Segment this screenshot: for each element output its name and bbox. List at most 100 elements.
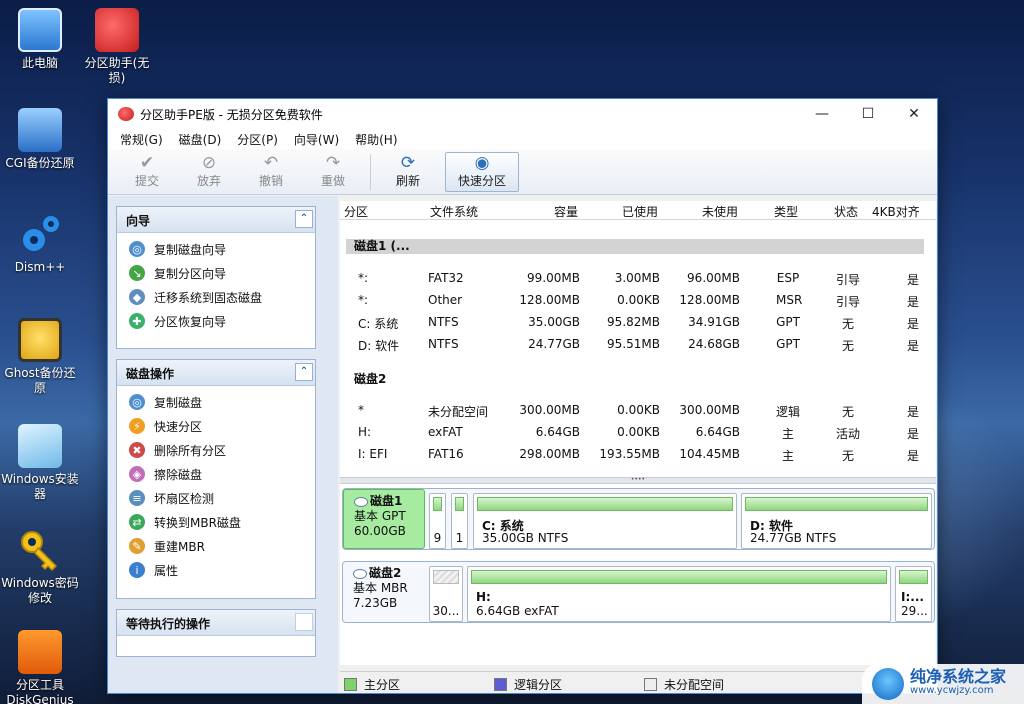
disk1-d-partition[interactable]: D: 软件 24.77GB NTFS — [741, 493, 932, 549]
col-capacity[interactable]: 容量 — [554, 203, 578, 220]
op-rebuild-mbr[interactable]: ✎ 重建MBR — [117, 534, 315, 558]
collapse-pending-button[interactable] — [295, 613, 313, 631]
pending-operations-header: 等待执行的操作 — [117, 610, 315, 636]
copy-disk-icon: ◎ — [129, 394, 145, 410]
op-convert-mbr[interactable]: ⇄ 转换到MBR磁盘 — [117, 510, 315, 534]
disk1-name: 磁盘1 — [354, 494, 424, 509]
col-status[interactable]: 状态 — [834, 203, 858, 220]
primary-swatch — [344, 678, 357, 691]
partition-usage-bar — [471, 570, 887, 584]
col-partition[interactable]: 分区 — [344, 203, 368, 220]
disk2-header[interactable]: 磁盘2 — [354, 370, 386, 387]
menu-general[interactable]: 常规(G) — [112, 131, 171, 148]
desktop-icon-label: CGI备份还原 — [5, 156, 75, 170]
lightning-icon: ⚡ — [129, 418, 145, 434]
wizard-copy-partition[interactable]: ↘ 复制分区向导 — [117, 261, 315, 285]
menu-help[interactable]: 帮助(H) — [347, 131, 405, 148]
disk2-map-label[interactable]: 磁盘2 基本 MBR 7.23GB — [343, 562, 425, 622]
disk1-header[interactable]: 磁盘1 (... — [346, 239, 924, 254]
col-filesystem[interactable]: 文件系统 — [430, 203, 478, 220]
wizard-migrate-os[interactable]: ◆ 迁移系统到固态磁盘 — [117, 285, 315, 309]
undo-button[interactable]: ↶ 撤销 — [240, 152, 302, 192]
table-row[interactable]: C: 系统 NTFS 35.00GB 95.82MB 34.91GB GPT 无… — [340, 312, 936, 334]
op-properties[interactable]: i 属性 — [117, 558, 315, 582]
partition-usage-bar — [899, 570, 928, 584]
cell-4k-align: 是 — [906, 449, 919, 463]
disk2-map[interactable]: 磁盘2 基本 MBR 7.23GB 30... H: 6.64GB exFAT … — [342, 561, 935, 623]
desktop-icon-ghost[interactable]: Ghost备份还原 — [0, 318, 80, 396]
disk1-msr-partition[interactable]: 1 — [451, 493, 468, 549]
collapse-wizard-button[interactable]: ⌃ — [295, 210, 313, 228]
disk1-esp-partition[interactable]: 9 — [429, 493, 446, 549]
redo-icon: ↷ — [325, 153, 341, 173]
col-used[interactable]: 已使用 — [622, 203, 658, 220]
partition-list-header: 分区 文件系统 容量 已使用 未使用 类型 状态 4KB对齐 — [340, 201, 936, 220]
partition-detail: 6.64GB exFAT — [476, 604, 559, 618]
table-row[interactable]: D: 软件 NTFS 24.77GB 95.51MB 24.68GB GPT 无… — [340, 334, 936, 356]
copy-disk-icon: ◎ — [129, 241, 145, 257]
op-bad-sector[interactable]: ≡ 坏扇区检测 — [117, 486, 315, 510]
logical-swatch — [494, 678, 507, 691]
col-type[interactable]: 类型 — [774, 203, 798, 220]
dism-gear-icon — [18, 212, 62, 256]
disk1-c-partition[interactable]: C: 系统 35.00GB NTFS — [473, 493, 737, 549]
convert-icon: ⇄ — [129, 514, 145, 530]
minimize-button[interactable]: — — [799, 99, 845, 129]
table-row[interactable]: * 未分配空间 300.00MB 0.00KB 300.00MB 逻辑 无 是 — [340, 400, 936, 422]
discard-button[interactable]: ⊘ 放弃 — [178, 152, 240, 192]
disk1-map-label[interactable]: 磁盘1 基本 GPT 60.00GB — [343, 489, 425, 549]
eraser-icon: ◈ — [129, 466, 145, 482]
pane-splitter[interactable]: •••• — [340, 477, 936, 484]
disk-op-label: 擦除磁盘 — [154, 467, 203, 482]
desktop-icon-computer[interactable]: 此电脑 — [0, 8, 80, 71]
disk-op-label: 转换到MBR磁盘 — [154, 515, 241, 530]
table-row[interactable]: *: FAT32 99.00MB 3.00MB 96.00MB ESP 引导 是 — [340, 268, 936, 290]
col-4k-align[interactable]: 4KB对齐 — [872, 203, 920, 220]
desktop-icon-password[interactable]: Windows密码修改 — [0, 528, 80, 606]
cell-filesystem: FAT32 — [428, 271, 464, 285]
disk1-map[interactable]: 磁盘1 基本 GPT 60.00GB 9 1 C: 系统 35.00GB NTF… — [342, 488, 935, 550]
collapse-disk-ops-button[interactable]: ⌃ — [295, 363, 313, 381]
desktop-icon-dism[interactable]: Dism++ — [0, 212, 80, 275]
desktop-icon-diskgenius[interactable]: 分区工具DiskGenius — [0, 630, 80, 704]
title-bar[interactable]: 分区助手PE版 - 无损分区免费软件 — ☐ ✕ — [108, 99, 937, 129]
desktop-icon-cgi[interactable]: CGI备份还原 — [0, 108, 80, 171]
desktop-icon-partition-assistant[interactable]: 分区助手(无损) — [77, 8, 157, 86]
op-wipe-disk[interactable]: ◈ 擦除磁盘 — [117, 462, 315, 486]
cell-capacity: 99.00MB — [527, 271, 580, 285]
disk-operations-header: 磁盘操作 ⌃ — [117, 360, 315, 386]
menu-disk[interactable]: 磁盘(D) — [171, 131, 230, 148]
cell-free: 24.68GB — [688, 337, 740, 351]
cell-type: 主 — [781, 427, 794, 441]
wizard-item-label: 复制分区向导 — [154, 266, 227, 281]
wizard-copy-disk[interactable]: ◎ 复制磁盘向导 — [117, 237, 315, 261]
quick-partition-button[interactable]: ◉ 快速分区 — [445, 151, 519, 192]
op-quick-partition[interactable]: ⚡ 快速分区 — [117, 414, 315, 438]
cell-used: 0.00KB — [617, 403, 660, 417]
desktop-icon-windows-installer[interactable]: Windows安装器 — [0, 424, 80, 502]
cell-capacity: 24.77GB — [528, 337, 580, 351]
undo-label: 撤销 — [258, 174, 283, 188]
wizard-group: 向导 ⌃ ◎ 复制磁盘向导 ↘ 复制分区向导 ◆ 迁移系统到固态磁盘 ✚ 分区恢复向导 — [116, 206, 316, 349]
cell-partition: I: EFI — [358, 447, 388, 461]
menu-partition[interactable]: 分区(P) — [229, 131, 286, 148]
disk2-i-partition[interactable]: I:... 29... — [895, 566, 932, 622]
op-copy-disk[interactable]: ◎ 复制磁盘 — [117, 390, 315, 414]
col-free[interactable]: 未使用 — [702, 203, 738, 220]
menu-wizard[interactable]: 向导(W) — [286, 131, 347, 148]
wizard-partition-recovery[interactable]: ✚ 分区恢复向导 — [117, 309, 315, 333]
disk2-unallocated[interactable]: 30... — [429, 566, 463, 622]
disk2-h-partition[interactable]: H: 6.64GB exFAT — [467, 566, 891, 622]
close-button[interactable]: ✕ — [891, 99, 937, 129]
op-delete-all[interactable]: ✖ 删除所有分区 — [117, 438, 315, 462]
commit-button[interactable]: ✔ 提交 — [116, 152, 178, 192]
redo-button[interactable]: ↷ 重做 — [302, 152, 364, 192]
cell-free: 128.00MB — [679, 293, 740, 307]
table-row[interactable]: *: Other 128.00MB 0.00KB 128.00MB MSR 引导… — [340, 290, 936, 312]
maximize-button[interactable]: ☐ — [845, 99, 891, 129]
refresh-button[interactable]: ⟳ 刷新 — [377, 152, 439, 192]
disk-op-label: 复制磁盘 — [154, 395, 203, 410]
table-row[interactable]: I: EFI FAT16 298.00MB 193.55MB 104.45MB … — [340, 444, 936, 466]
app-logo-icon — [118, 107, 134, 121]
table-row[interactable]: H: exFAT 6.64GB 0.00KB 6.64GB 主 活动 是 — [340, 422, 936, 444]
